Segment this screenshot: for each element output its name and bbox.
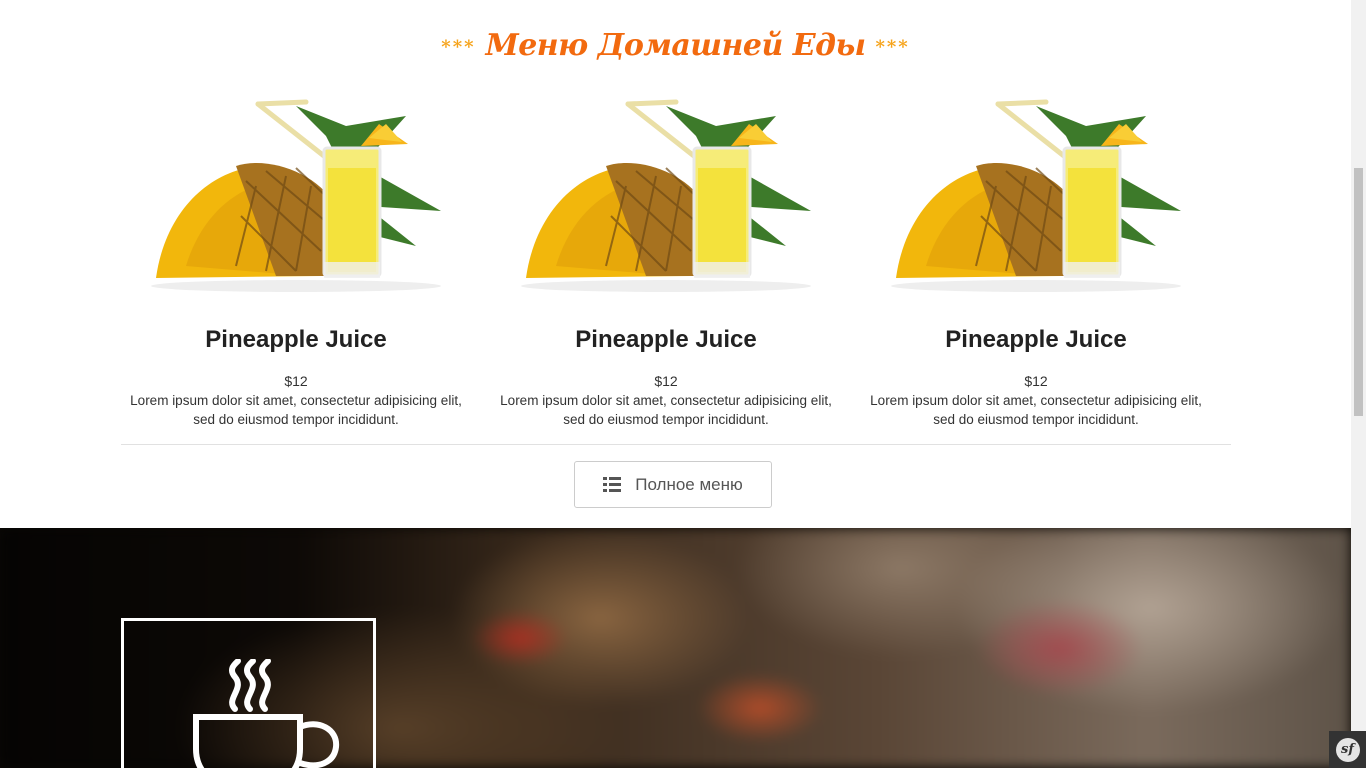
coffee-icon-box	[121, 618, 376, 768]
title-stars-left: ***	[441, 36, 476, 58]
menu-item-price: $12	[284, 373, 308, 389]
page-scrollbar[interactable]	[1351, 0, 1366, 768]
pineapple-juice-image	[516, 86, 821, 306]
symfony-icon: sf	[1335, 737, 1360, 762]
home-menu-section: *** Меню Домашней Еды *** Pineapple Juic…	[0, 0, 1351, 528]
menu-item-description: Lorem ipsum dolor sit amet, consectetur …	[870, 393, 1202, 427]
menu-item-name[interactable]: Pineapple Juice	[491, 326, 841, 354]
full-menu-label: Полное меню	[635, 474, 743, 494]
menu-item-price: $12	[654, 373, 678, 389]
pineapple-juice-image	[146, 86, 451, 306]
pineapple-juice-image	[886, 86, 1191, 306]
menu-title: *** Меню Домашней Еды ***	[0, 28, 1351, 63]
menu-item-card[interactable]: Pineapple Juice $12 Lorem ipsum dolor si…	[861, 86, 1231, 436]
menu-title-text: Меню Домашней Еды	[485, 28, 866, 63]
menu-items-list: Pineapple Juice $12 Lorem ipsum dolor si…	[121, 86, 1231, 436]
menu-item-description: Lorem ipsum dolor sit amet, consectetur …	[500, 393, 832, 427]
full-menu-button[interactable]: Полное меню	[574, 461, 772, 508]
menu-item-name[interactable]: Pineapple Juice	[861, 326, 1211, 354]
page: *** Меню Домашней Еды *** Pineapple Juic…	[0, 0, 1351, 768]
list-icon	[603, 477, 622, 492]
section-divider	[121, 444, 1231, 445]
title-stars-right: ***	[875, 36, 910, 58]
menu-item-price: $12	[1024, 373, 1048, 389]
hero-section	[0, 528, 1351, 768]
menu-item-name[interactable]: Pineapple Juice	[121, 326, 471, 354]
menu-item-description: Lorem ipsum dolor sit amet, consectetur …	[130, 393, 462, 427]
coffee-cup-icon	[193, 659, 340, 768]
scrollbar-thumb[interactable]	[1354, 168, 1363, 416]
menu-item-card[interactable]: Pineapple Juice $12 Lorem ipsum dolor si…	[121, 86, 491, 436]
symfony-debug-toolbar-toggle[interactable]: sf	[1329, 731, 1366, 768]
menu-item-card[interactable]: Pineapple Juice $12 Lorem ipsum dolor si…	[491, 86, 861, 436]
